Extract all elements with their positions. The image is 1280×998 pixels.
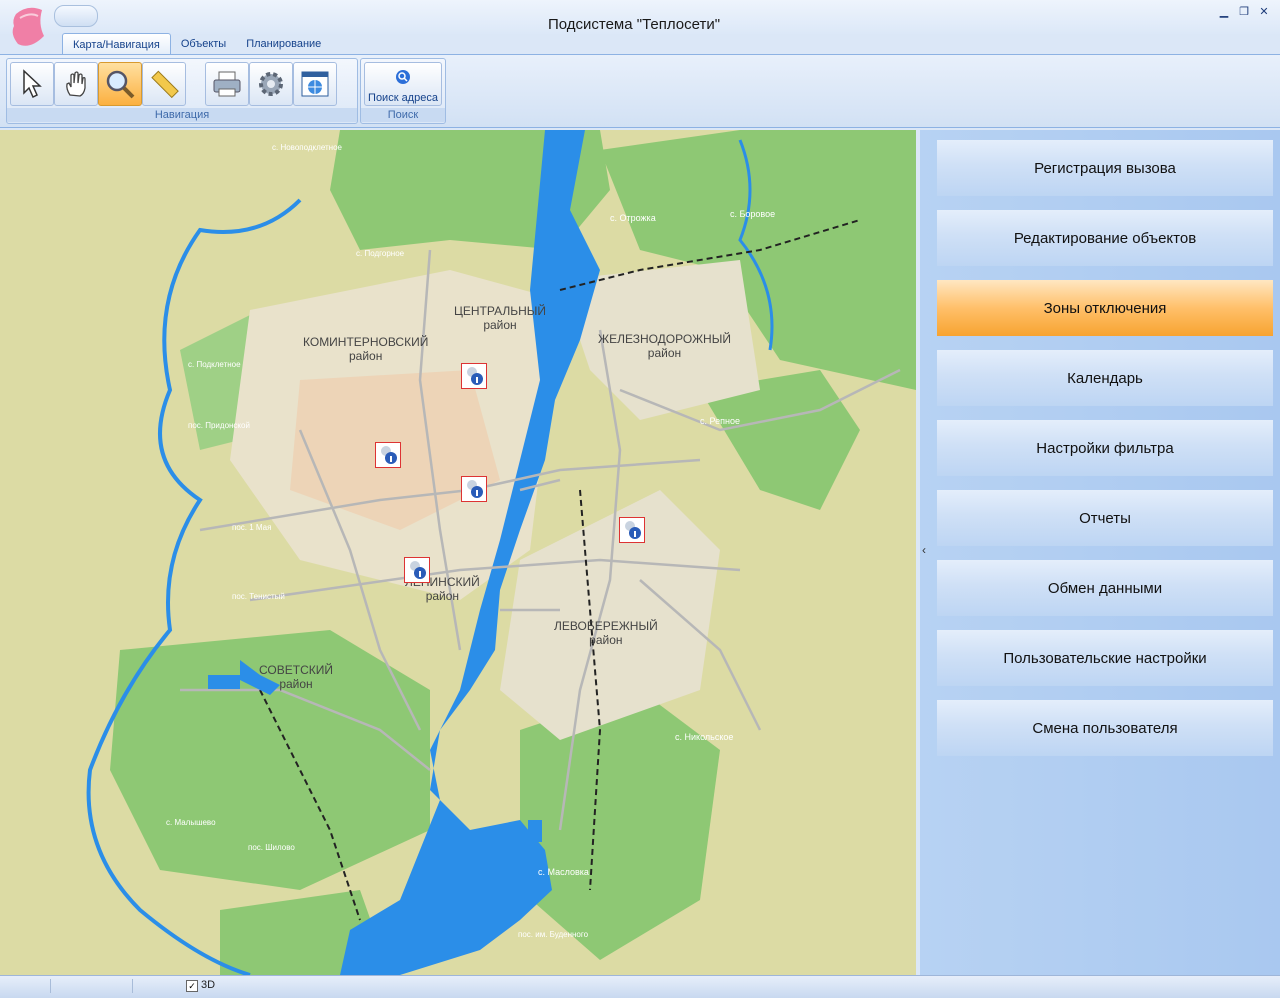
- info-marker-icon[interactable]: [375, 442, 401, 468]
- place-label: пос. Шилово: [248, 843, 295, 852]
- search-group-label: Поиск: [361, 108, 445, 122]
- collapse-panel-icon[interactable]: ‹: [922, 543, 926, 557]
- info-marker-icon[interactable]: [404, 557, 430, 583]
- info-marker-icon[interactable]: [461, 363, 487, 389]
- restore-icon[interactable]: ❐: [1238, 6, 1250, 18]
- info-marker-icon[interactable]: [461, 476, 487, 502]
- place-label: пос. 1 Мая: [232, 523, 272, 532]
- edit-objects-button[interactable]: Редактирование объектов: [937, 210, 1273, 266]
- place-label: с. Малышево: [166, 818, 216, 827]
- place-label: с. Масловка: [538, 867, 589, 877]
- district-label: ЦЕНТРАЛЬНЫЙ район: [454, 304, 547, 332]
- user-settings-button[interactable]: Пользовательские настройки: [937, 630, 1273, 686]
- ribbon: Навигация Поиск адреса Поиск: [0, 54, 1280, 128]
- district-label: ЛЕВОБЕРЕЖНЫЙ район: [554, 619, 658, 647]
- gear-icon: [259, 72, 283, 96]
- 3d-checkbox[interactable]: ✓: [186, 980, 198, 992]
- place-label: пос. Придонской: [188, 421, 250, 430]
- status-segment: [0, 979, 51, 993]
- measure-tool-button[interactable]: [142, 62, 186, 106]
- map-canvas[interactable]: [0, 130, 916, 975]
- place-label: с. Новоподклетное: [272, 143, 342, 152]
- print-button[interactable]: [205, 62, 249, 106]
- navigation-group: Навигация: [6, 58, 358, 124]
- hand-icon: [66, 71, 86, 97]
- minimize-icon[interactable]: ▁: [1218, 6, 1230, 18]
- place-label: с. Подклетное: [188, 360, 241, 369]
- calendar-button[interactable]: Календарь: [937, 350, 1273, 406]
- filter-settings-button[interactable]: Настройки фильтра: [937, 420, 1273, 476]
- tab-planning[interactable]: Планирование: [236, 33, 331, 54]
- place-label: с. Отрожка: [610, 213, 656, 223]
- place-label: пос. им. Буденного: [518, 930, 589, 939]
- place-label: с. Подгорное: [356, 249, 405, 258]
- search-group: Поиск адреса Поиск: [360, 58, 446, 124]
- cursor-icon: [23, 69, 42, 99]
- switch-user-button[interactable]: Смена пользователя: [937, 700, 1273, 756]
- navigation-group-label: Навигация: [7, 108, 357, 122]
- place-label: с. Никольское: [675, 732, 734, 742]
- settings-button[interactable]: [249, 62, 293, 106]
- zoom-tool-button[interactable]: [98, 62, 142, 106]
- pan-tool-button[interactable]: [54, 62, 98, 106]
- 3d-checkbox-label: 3D: [201, 979, 216, 991]
- globe-window-icon: [301, 71, 329, 97]
- close-icon[interactable]: ✕: [1258, 6, 1270, 18]
- place-label: с. Боровое: [730, 209, 776, 219]
- magnifier-icon: [106, 70, 135, 99]
- title-bar: Подсистема "Теплосети" ▁ ❐ ✕: [0, 0, 1280, 46]
- status-bar: ✓ 3D: [0, 975, 1280, 998]
- data-exchange-button[interactable]: Обмен данными: [937, 560, 1273, 616]
- outage-zones-button[interactable]: Зоны отключения: [937, 280, 1273, 336]
- city-map[interactable]: ЦЕНТРАЛЬНЫЙ район КОМИНТЕРНОВСКИЙ район ЖЕ…: [0, 130, 916, 975]
- district-label: ЖЕЛЕЗНОДОРОЖНЫЙ район: [598, 332, 731, 360]
- tab-map-navigation[interactable]: Карта/Навигация: [62, 33, 171, 55]
- select-tool-button[interactable]: [10, 62, 54, 106]
- reports-button[interactable]: Отчеты: [937, 490, 1273, 546]
- place-label: с. Репное: [700, 416, 740, 426]
- register-call-button[interactable]: Регистрация вызова: [937, 140, 1273, 196]
- address-search-label: Поиск адреса: [368, 92, 438, 104]
- address-search-button[interactable]: Поиск адреса: [364, 62, 442, 106]
- web-map-button[interactable]: [293, 62, 337, 106]
- district-label: СОВЕТСКИЙ район: [259, 663, 333, 691]
- window-title: Подсистема "Теплосети": [547, 16, 721, 33]
- printer-icon: [213, 71, 241, 97]
- place-label: пос. Тенистый: [232, 592, 285, 601]
- district-label: КОМИНТЕРНОВСКИЙ район: [303, 335, 429, 363]
- status-segment: [50, 979, 133, 993]
- ruler-icon: [151, 70, 179, 99]
- info-marker-icon[interactable]: [619, 517, 645, 543]
- ribbon-tabs: Карта/Навигация Объекты Планирование: [62, 33, 331, 55]
- tab-objects[interactable]: Объекты: [171, 33, 236, 54]
- search-icon: [396, 70, 410, 84]
